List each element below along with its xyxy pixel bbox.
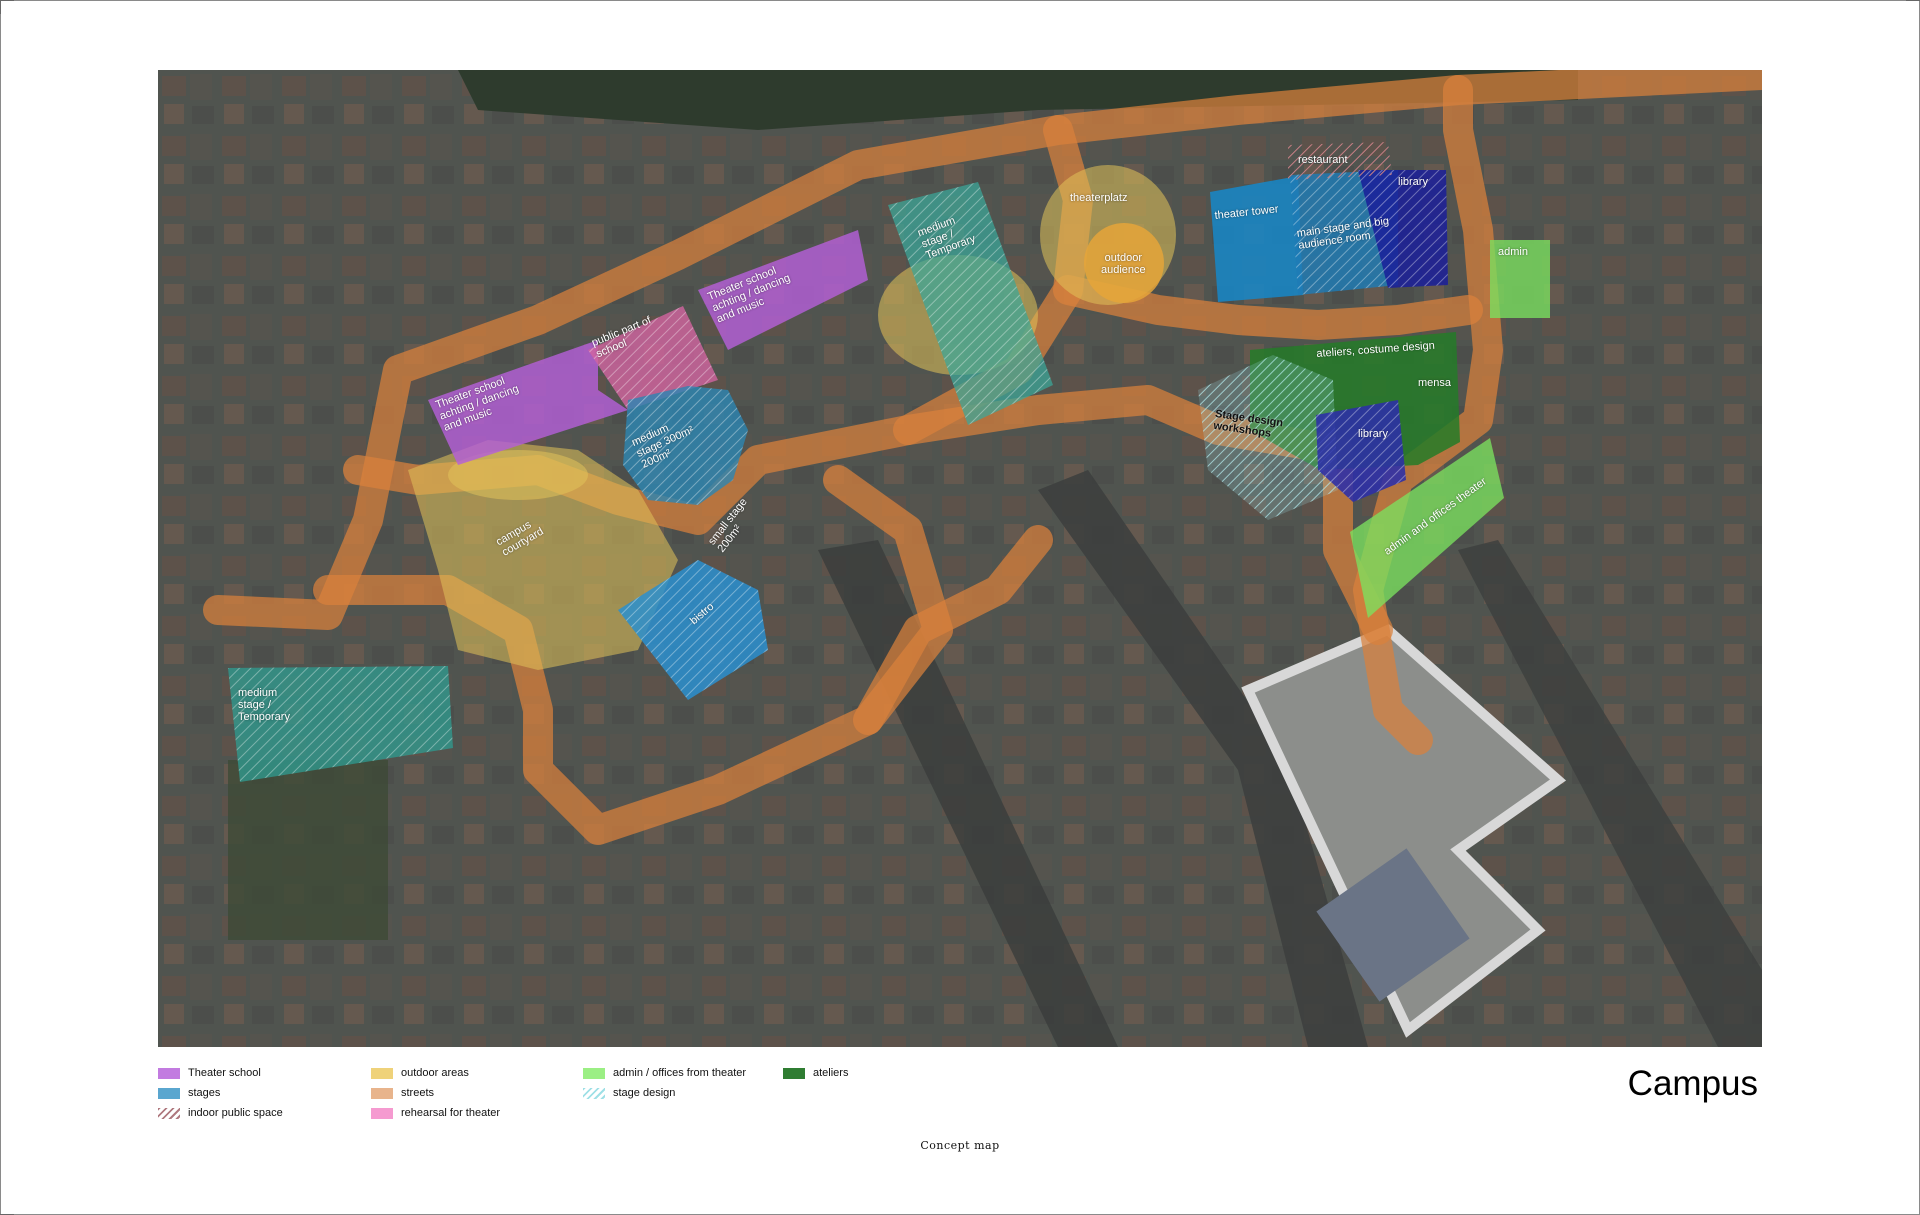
figure-caption: Concept map: [920, 1139, 1000, 1152]
legend-label: indoor public space: [188, 1107, 283, 1119]
map-legend: Theater school stages indoor public spac…: [158, 1066, 1058, 1126]
legend-item: Theater school: [158, 1066, 261, 1080]
crop-mark: [0, 0, 14, 1]
legend-swatch: [583, 1067, 605, 1079]
legend-label: admin / offices from theater: [613, 1067, 747, 1079]
legend-item: indoor public space: [158, 1106, 283, 1120]
label-mensa: mensa: [1418, 377, 1452, 389]
legend-swatch: [371, 1087, 393, 1099]
legend-label: ateliers: [813, 1067, 849, 1079]
legend-item: stages: [158, 1086, 220, 1100]
legend-label: stage design: [613, 1087, 676, 1099]
label-admin-top: admin: [1498, 246, 1528, 258]
legend-item: stage design: [583, 1086, 675, 1100]
page-title: Campus: [1627, 1064, 1758, 1103]
legend-swatch: [783, 1067, 805, 1079]
legend-item: admin / offices from theater: [583, 1066, 746, 1080]
aerial-map: Theater school achting / dancing and mus…: [158, 70, 1762, 1047]
legend-swatch: [158, 1107, 180, 1119]
label-library-top: library: [1398, 176, 1428, 188]
crop-mark: [0, 0, 1, 14]
label-library-mid: library: [1358, 428, 1388, 440]
legend-label: outdoor areas: [401, 1067, 469, 1079]
park: [228, 760, 388, 940]
label-restaurant: restaurant: [1298, 154, 1348, 166]
legend-swatch: [158, 1067, 180, 1079]
legend-swatch: [158, 1087, 180, 1099]
legend-label: stages: [188, 1087, 221, 1099]
theater-tower: [1210, 176, 1303, 302]
label-medium-stage-bottom: medium stage / Temporary: [238, 687, 290, 723]
legend-item: streets: [371, 1086, 434, 1100]
label-outdoor-audience: outdoor audience: [1101, 252, 1146, 276]
legend-item: outdoor areas: [371, 1066, 469, 1080]
legend-label: streets: [401, 1087, 435, 1099]
legend-swatch: [583, 1087, 605, 1099]
legend-swatch: [371, 1067, 393, 1079]
legend-item: rehearsal for theater: [371, 1106, 500, 1120]
label-theaterplatz: theaterplatz: [1070, 192, 1128, 204]
crop-mark: [1906, 0, 1920, 1]
legend-item: ateliers: [783, 1066, 848, 1080]
legend-label: Theater school: [188, 1067, 261, 1079]
legend-label: rehearsal for theater: [401, 1107, 501, 1119]
legend-swatch: [371, 1107, 393, 1119]
